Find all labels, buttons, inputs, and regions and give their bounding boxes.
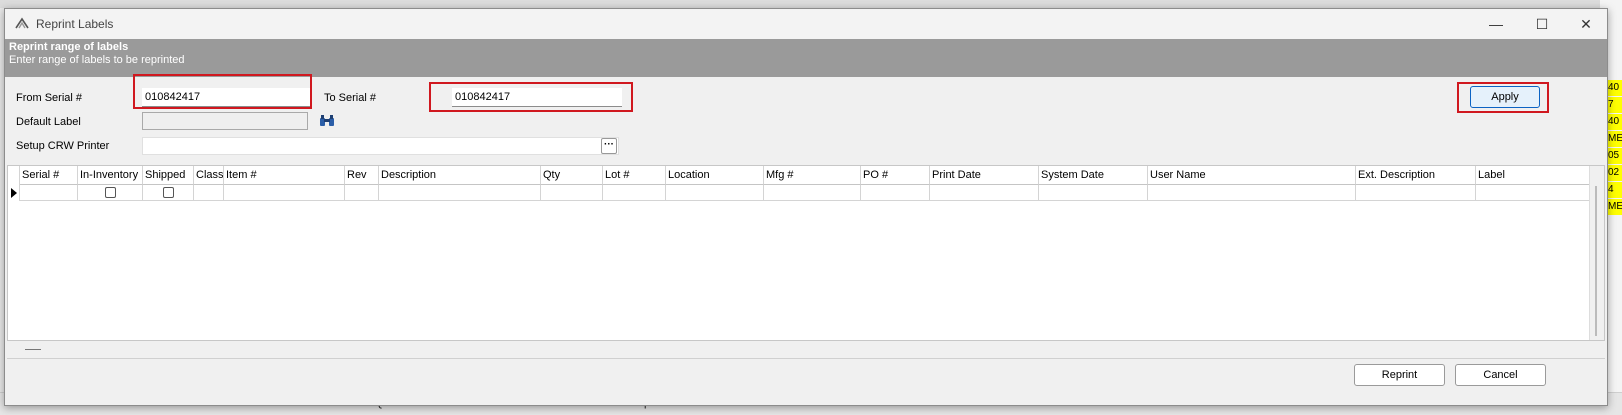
shipped-checkbox[interactable] <box>163 187 174 198</box>
header-banner: Reprint range of labels Enter range of l… <box>5 39 1607 77</box>
background-app-topbar <box>0 0 1622 8</box>
column-header[interactable]: User Name <box>1148 166 1356 185</box>
grid-cell-system-date[interactable] <box>1039 185 1148 201</box>
background-cell: 4 <box>1608 182 1622 198</box>
current-row-arrow-icon <box>11 188 17 198</box>
row-indicator-column <box>8 166 20 201</box>
grid-cell-serial[interactable] <box>20 185 78 201</box>
browse-printer-button[interactable]: ··· <box>601 138 617 154</box>
minimize-button[interactable]: — <box>1473 9 1519 39</box>
grid-cell-po[interactable] <box>861 185 930 201</box>
reprint-labels-dialog: Reprint Labels — ☐ ✕ Reprint range of la… <box>4 8 1608 406</box>
grid-cell-ext-description[interactable] <box>1356 185 1476 201</box>
grid-footer <box>7 342 1605 359</box>
grid-cell-qty[interactable] <box>541 185 603 201</box>
column-header[interactable]: Print Date <box>930 166 1039 185</box>
column-header[interactable]: Rev <box>345 166 379 185</box>
setup-printer-input[interactable] <box>142 137 619 155</box>
column-header[interactable]: Description <box>379 166 541 185</box>
grid-vertical-scrollbar[interactable] <box>1589 166 1604 340</box>
banner-subheading: Enter range of labels to be reprinted <box>9 54 185 66</box>
grid-cell-label[interactable] <box>1476 185 1591 201</box>
in-inventory-checkbox[interactable] <box>105 187 116 198</box>
column-header[interactable]: Mfg # <box>764 166 861 185</box>
column-header[interactable]: Ext. Description <box>1356 166 1476 185</box>
grid-cell-user-name[interactable] <box>1148 185 1356 201</box>
grid-cell-in-inventory <box>78 185 143 201</box>
title-bar: Reprint Labels — ☐ ✕ <box>5 9 1607 39</box>
grid-cell-class[interactable] <box>194 185 224 201</box>
binoculars-icon[interactable] <box>319 114 335 128</box>
background-cell: ME <box>1608 199 1622 215</box>
background-cell: 7 <box>1608 97 1622 113</box>
background-cell: ME <box>1608 131 1622 147</box>
grid-cell-item[interactable] <box>224 185 345 201</box>
from-serial-label: From Serial # <box>16 92 83 104</box>
to-serial-label: To Serial # <box>324 92 376 104</box>
default-label-input[interactable] <box>142 112 308 130</box>
column-header[interactable]: Qty <box>541 166 603 185</box>
default-label-label: Default Label <box>16 116 81 128</box>
window-title: Reprint Labels <box>36 17 114 31</box>
maximize-button[interactable]: ☐ <box>1519 9 1565 39</box>
column-header[interactable]: Label <box>1476 166 1591 185</box>
column-header[interactable]: In-Inventory <box>78 166 143 185</box>
column-header[interactable]: Location <box>666 166 764 185</box>
grid-cell-lot[interactable] <box>603 185 666 201</box>
scrollbar-thumb[interactable] <box>1595 186 1597 336</box>
from-serial-input[interactable] <box>142 88 310 107</box>
background-cell: 40 <box>1608 114 1622 130</box>
column-header[interactable]: Lot # <box>603 166 666 185</box>
column-header[interactable]: Shipped <box>143 166 194 185</box>
column-header[interactable]: Class <box>194 166 224 185</box>
close-button[interactable]: ✕ <box>1563 9 1609 39</box>
setup-printer-label: Setup CRW Printer <box>16 140 110 152</box>
grid-cell-description[interactable] <box>379 185 541 201</box>
reprint-button[interactable]: Reprint <box>1354 364 1445 386</box>
background-cell: 02 <box>1608 165 1622 181</box>
app-logo-icon <box>15 17 29 29</box>
background-cell: 05 <box>1608 148 1622 164</box>
column-header[interactable]: PO # <box>861 166 930 185</box>
column-header[interactable]: System Date <box>1039 166 1148 185</box>
column-header[interactable]: Item # <box>224 166 345 185</box>
apply-button[interactable]: Apply <box>1470 86 1540 108</box>
to-serial-input[interactable] <box>452 88 622 107</box>
grid-cell-rev[interactable] <box>345 185 379 201</box>
collapse-handle[interactable] <box>25 349 41 350</box>
labels-grid: Serial # In-Inventory Shipped Class Item… <box>7 165 1605 341</box>
banner-heading: Reprint range of labels <box>9 41 129 53</box>
grid-cell-shipped <box>143 185 194 201</box>
cancel-button[interactable]: Cancel <box>1455 364 1546 386</box>
grid-cell-location[interactable] <box>666 185 764 201</box>
grid-cell-mfg[interactable] <box>764 185 861 201</box>
background-cell: 40 <box>1608 80 1622 96</box>
grid-cell-print-date[interactable] <box>930 185 1039 201</box>
column-header[interactable]: Serial # <box>20 166 78 185</box>
